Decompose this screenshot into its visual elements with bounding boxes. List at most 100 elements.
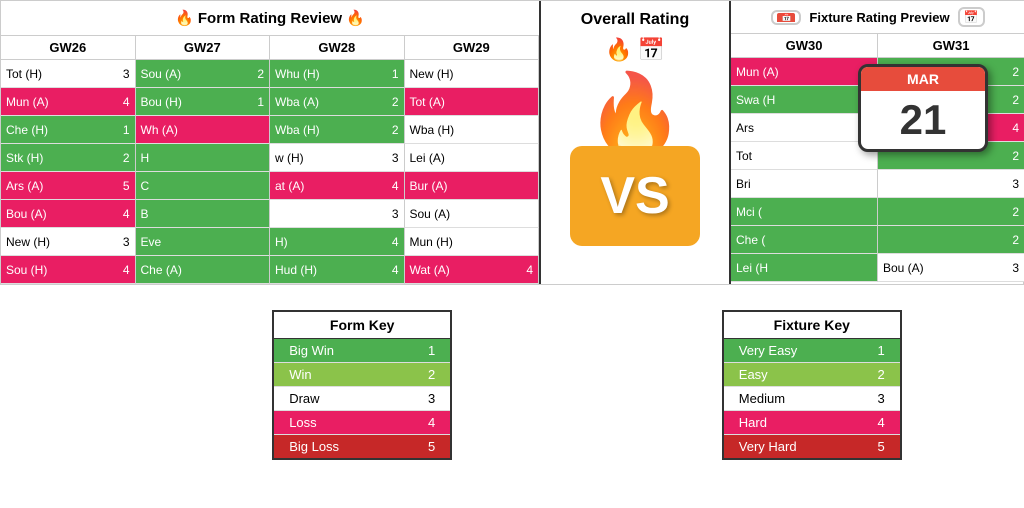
fixture-key-label-veryhard: Very Hard <box>739 439 797 454</box>
calendar-month: 📅 <box>777 13 795 22</box>
form-key-table: Form Key Big Win 1 Win 2 Draw 3 Loss 4 B… <box>272 310 452 460</box>
fixture-rating-section: 📅 Fixture Rating Preview 📅 GW30 Mun (A)4… <box>731 1 1024 284</box>
form-key-row-draw: Draw 3 <box>274 387 450 411</box>
table-row: Hud (H)4 <box>270 256 405 284</box>
table-row: at (A)4 <box>270 172 405 200</box>
table-row: B <box>136 200 271 228</box>
form-key-row-win: Win 2 <box>274 363 450 387</box>
form-key-row-bigwin: Big Win 1 <box>274 339 450 363</box>
table-row: Wba (H) <box>405 116 540 144</box>
fixture-col-gw31: GW31 Wat (H)2 2 4 2 3 2 2 Bou (A)3 MAR 2… <box>878 34 1024 282</box>
fixture-col-gw30: GW30 Mun (A)4 Swa (H Ars Tot Bri Mci ( C… <box>731 34 878 282</box>
fixture-key-row-hard: Hard 4 <box>724 411 900 435</box>
form-key-value-draw: 3 <box>428 391 435 406</box>
table-row: Mun (A)4 <box>731 58 878 86</box>
vs-container: 🔥 VS <box>541 68 729 284</box>
form-key-title: Form Key <box>274 312 450 339</box>
table-row: Wba (A)2 <box>270 88 405 116</box>
form-key-row-loss: Loss 4 <box>274 411 450 435</box>
table-row: Bou (H)1 <box>136 88 271 116</box>
form-key-row-bigloss: Big Loss 5 <box>274 435 450 458</box>
table-row: Whu (H)1 <box>270 60 405 88</box>
table-row: Bou (A)4 <box>1 200 136 228</box>
calendar-emoji-right: 📅 <box>964 10 979 24</box>
form-col-header-gw26: GW26 <box>1 36 136 60</box>
fixture-key-label-medium: Medium <box>739 391 785 406</box>
table-row: 2 <box>878 226 1024 254</box>
table-row: Ars <box>731 114 878 142</box>
form-col-gw29: GW29 New (H) Tot (A) Wba (H) Lei (A) Bur… <box>405 36 540 284</box>
form-key-label-win: Win <box>289 367 311 382</box>
form-key-label-bigwin: Big Win <box>289 343 334 358</box>
table-row: H <box>136 144 271 172</box>
fixture-key-label-hard: Hard <box>739 415 767 430</box>
table-row: 3 <box>878 170 1024 198</box>
form-key-value-loss: 4 <box>428 415 435 430</box>
table-row: Sou (H)4 <box>1 256 136 284</box>
fixture-key-value-veryeasy: 1 <box>878 343 885 358</box>
form-key-value-win: 2 <box>428 367 435 382</box>
table-row: Wh (A) <box>136 116 271 144</box>
table-row: Bur (A) <box>405 172 540 200</box>
table-row: Che (A) <box>136 256 271 284</box>
fixture-key-value-veryhard: 5 <box>878 439 885 454</box>
table-row: Wat (A)4 <box>405 256 540 284</box>
table-row: Lei (H <box>731 254 878 282</box>
fixture-key-value-hard: 4 <box>878 415 885 430</box>
fixture-col-header-gw31: GW31 <box>878 34 1024 58</box>
table-row: Mun (H) <box>405 228 540 256</box>
table-row: Che (H)1 <box>1 116 136 144</box>
calendar-day: 21 <box>861 91 985 149</box>
form-key-label-draw: Draw <box>289 391 319 406</box>
fixture-key-title: Fixture Key <box>724 312 900 339</box>
table-row: C <box>136 172 271 200</box>
calendar-overlay: MAR 21 <box>858 64 988 152</box>
table-row: Tot <box>731 142 878 170</box>
fixture-key-row-veryhard: Very Hard 5 <box>724 435 900 458</box>
fixture-key-row-medium: Medium 3 <box>724 387 900 411</box>
table-row: w (H)3 <box>270 144 405 172</box>
calendar-icon-box-right: 📅 <box>958 7 985 27</box>
fire-emoji: 🔥 <box>605 37 632 63</box>
fixture-key-value-medium: 3 <box>878 391 885 406</box>
table-row: Stk (H)2 <box>1 144 136 172</box>
fixture-cols: GW30 Mun (A)4 Swa (H Ars Tot Bri Mci ( C… <box>731 34 1024 282</box>
calendar-icon-box: 📅 <box>771 10 801 25</box>
table-row: Bri <box>731 170 878 198</box>
form-col-header-gw28: GW28 <box>270 36 405 60</box>
table-row: Mun (A)4 <box>1 88 136 116</box>
fixture-key-row-easy: Easy 2 <box>724 363 900 387</box>
form-col-header-gw27: GW27 <box>136 36 271 60</box>
table-row: Swa (H <box>731 86 878 114</box>
overall-rating-body: 🔥 📅 🔥 VS <box>541 37 729 284</box>
form-col-gw26: GW26 Tot (H)3 Mun (A)4 Che (H)1 Stk (H)2… <box>1 36 136 284</box>
form-key-value-bigwin: 1 <box>428 343 435 358</box>
table-row: Wba (H)2 <box>270 116 405 144</box>
table-row: Sou (A) <box>405 200 540 228</box>
table-row: New (H)3 <box>1 228 136 256</box>
table-row: New (H) <box>405 60 540 88</box>
form-rating-section: 🔥 Form Rating Review 🔥 GW26 Tot (H)3 Mun… <box>1 1 541 284</box>
table-row: Che ( <box>731 226 878 254</box>
bottom-section: Form Key Big Win 1 Win 2 Draw 3 Loss 4 B… <box>0 295 1024 475</box>
calendar-small-emoji: 📅 <box>638 37 665 63</box>
form-key-value-bigloss: 5 <box>428 439 435 454</box>
vs-badge: VS <box>570 146 699 246</box>
fixture-rating-header: 📅 Fixture Rating Preview 📅 <box>731 1 1024 34</box>
table-row: 3 <box>270 200 405 228</box>
fire-calendar-icons: 🔥 📅 <box>605 37 665 63</box>
table-row: Bou (A)3 <box>878 254 1024 282</box>
fixture-rating-title: Fixture Rating Preview <box>809 10 949 25</box>
form-col-gw27: GW27 Sou (A)2 Bou (H)1 Wh (A) H C B Eve … <box>136 36 271 284</box>
table-row: Mci ( <box>731 198 878 226</box>
table-row: 2 <box>878 198 1024 226</box>
table-row: Eve <box>136 228 271 256</box>
top-section: 🔥 Form Rating Review 🔥 GW26 Tot (H)3 Mun… <box>0 0 1024 285</box>
overall-rating-title: Overall Rating <box>573 1 697 37</box>
form-key-label-bigloss: Big Loss <box>289 439 339 454</box>
fixture-key-value-easy: 2 <box>878 367 885 382</box>
table-row: Sou (A)2 <box>136 60 271 88</box>
overall-rating-section: Overall Rating 🔥 📅 🔥 VS <box>541 1 731 284</box>
fixture-key-label-easy: Easy <box>739 367 768 382</box>
table-row: Tot (A) <box>405 88 540 116</box>
